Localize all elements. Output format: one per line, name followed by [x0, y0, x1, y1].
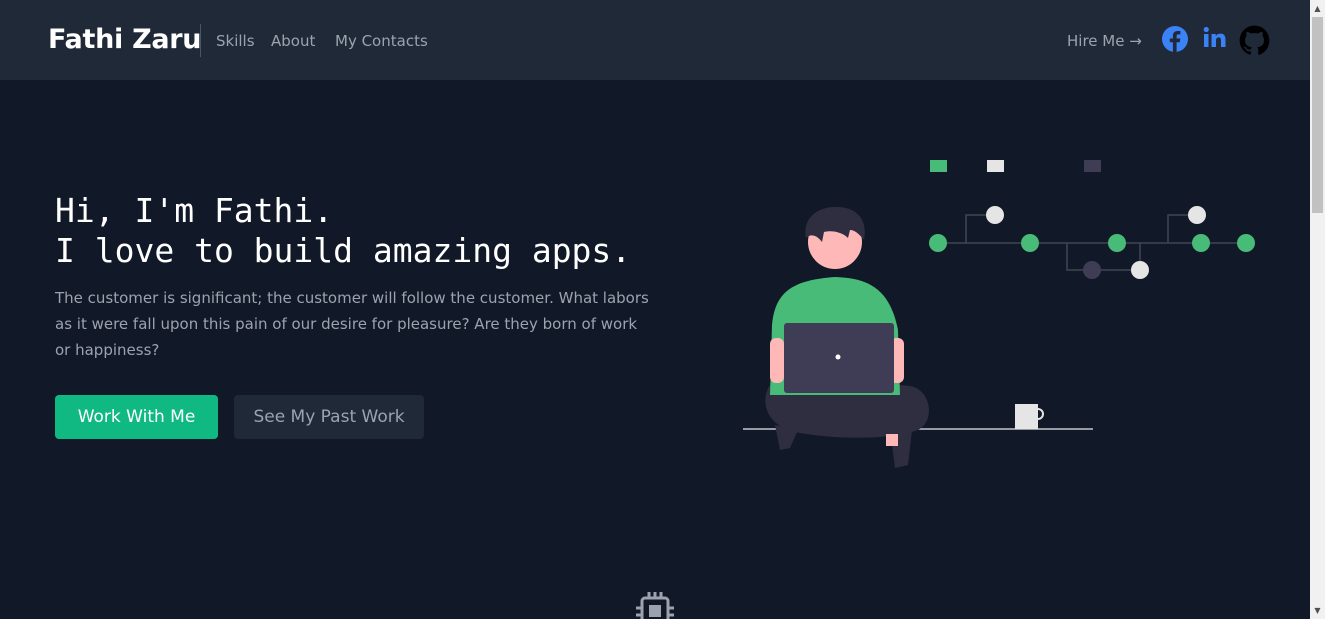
vertical-scrollbar[interactable]: ▲ ▼ — [1310, 0, 1325, 619]
hero-description: The customer is significant; the custome… — [55, 289, 649, 359]
hero-illustration — [743, 160, 1255, 468]
nav-divider — [200, 24, 201, 57]
hire-me-link[interactable]: Hire Me → — [1067, 31, 1142, 51]
scroll-up-arrow-icon[interactable]: ▲ — [1310, 0, 1325, 17]
page: Fathi Zaru Skills About My Contacts Hire… — [0, 0, 1310, 619]
brand-logo[interactable]: Fathi Zaru — [48, 22, 202, 58]
nav-link-about[interactable]: About — [271, 31, 315, 51]
nav-link-skills[interactable]: Skills — [216, 31, 255, 51]
scroll-down-arrow-icon[interactable]: ▼ — [1310, 602, 1325, 619]
nav-link-contacts[interactable]: My Contacts — [335, 31, 428, 51]
coffee-mug-illustration — [1015, 404, 1044, 429]
workflow-graph-illustration — [929, 160, 1255, 279]
facebook-icon[interactable] — [1161, 25, 1191, 55]
person-with-laptop-illustration — [765, 206, 929, 468]
github-icon[interactable] — [1239, 25, 1270, 55]
hero-title: Hi, I'm Fathi. I love to build amazing a… — [55, 191, 632, 270]
linkedin-icon[interactable] — [1202, 25, 1232, 55]
chip-icon — [636, 592, 674, 619]
navbar: Fathi Zaru Skills About My Contacts Hire… — [0, 0, 1310, 80]
scrollbar-thumb[interactable] — [1312, 17, 1323, 213]
past-work-button[interactable]: See My Past Work — [234, 395, 424, 439]
work-with-me-button[interactable]: Work With Me — [55, 395, 218, 439]
